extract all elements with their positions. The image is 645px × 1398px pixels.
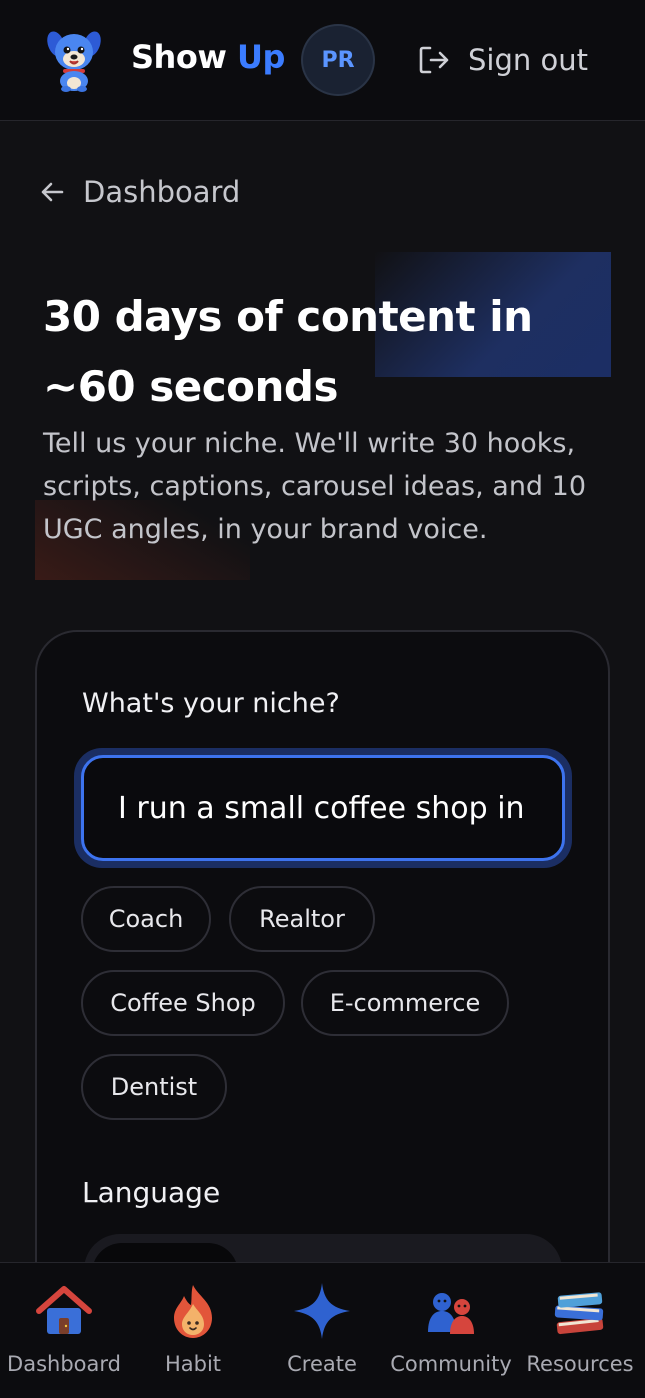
back-to-dashboard-link[interactable]: Dashboard bbox=[38, 175, 240, 209]
sign-out-icon bbox=[419, 46, 449, 74]
nav-item-dashboard[interactable]: Dashboard bbox=[0, 1280, 128, 1390]
language-label: Language bbox=[82, 1176, 221, 1209]
page-title-line1: 30 days of content in bbox=[43, 292, 533, 341]
arrow-left-icon bbox=[41, 182, 64, 202]
nav-label-resources: Resources bbox=[526, 1352, 634, 1376]
people-icon bbox=[428, 1293, 474, 1334]
house-icon bbox=[36, 1286, 92, 1334]
sign-out-button[interactable]: Sign out bbox=[417, 40, 588, 80]
top-header: Show Up PR Sign out bbox=[0, 0, 645, 121]
niche-chip-coach[interactable]: Coach bbox=[81, 886, 211, 952]
nav-label-create: Create bbox=[287, 1352, 357, 1376]
niche-chip-ecommerce[interactable]: E-commerce bbox=[301, 970, 509, 1036]
niche-label: What's your niche? bbox=[82, 688, 340, 719]
niche-chip-realtor[interactable]: Realtor bbox=[229, 886, 375, 952]
back-link-label: Dashboard bbox=[83, 175, 241, 209]
niche-input-value: I run a small coffee shop in bbox=[118, 790, 525, 826]
niche-input[interactable]: I run a small coffee shop in bbox=[81, 755, 565, 861]
dog-mascot-icon[interactable] bbox=[46, 26, 102, 92]
brand-wordmark[interactable]: Show Up bbox=[131, 38, 285, 76]
sparkle-icon bbox=[294, 1283, 350, 1339]
page-title-line2: ~60 seconds bbox=[43, 362, 338, 411]
nav-item-habit[interactable]: Habit bbox=[129, 1280, 257, 1390]
nav-item-community[interactable]: Community bbox=[387, 1280, 515, 1390]
niche-input-focus-ring: I run a small coffee shop in bbox=[74, 748, 572, 868]
books-icon bbox=[554, 1292, 604, 1335]
user-avatar[interactable]: PR bbox=[301, 24, 375, 96]
nav-item-create[interactable]: Create bbox=[258, 1280, 386, 1390]
sign-out-label: Sign out bbox=[468, 43, 588, 77]
flame-icon bbox=[174, 1285, 212, 1338]
page-subtitle: Tell us your niche. We'll write 30 hooks… bbox=[43, 428, 587, 545]
niche-chip-dentist[interactable]: Dentist bbox=[81, 1054, 227, 1120]
brand-name-part1: Show bbox=[131, 38, 227, 76]
niche-chip-coffee-shop[interactable]: Coffee Shop bbox=[81, 970, 285, 1036]
nav-label-dashboard: Dashboard bbox=[7, 1352, 121, 1376]
nav-item-resources[interactable]: Resources bbox=[516, 1280, 644, 1390]
nav-label-community: Community bbox=[390, 1352, 512, 1376]
brand-name-part2: Up bbox=[237, 38, 285, 76]
nav-label-habit: Habit bbox=[164, 1352, 222, 1376]
page-title: 30 days of content in ~60 seconds bbox=[43, 282, 603, 422]
